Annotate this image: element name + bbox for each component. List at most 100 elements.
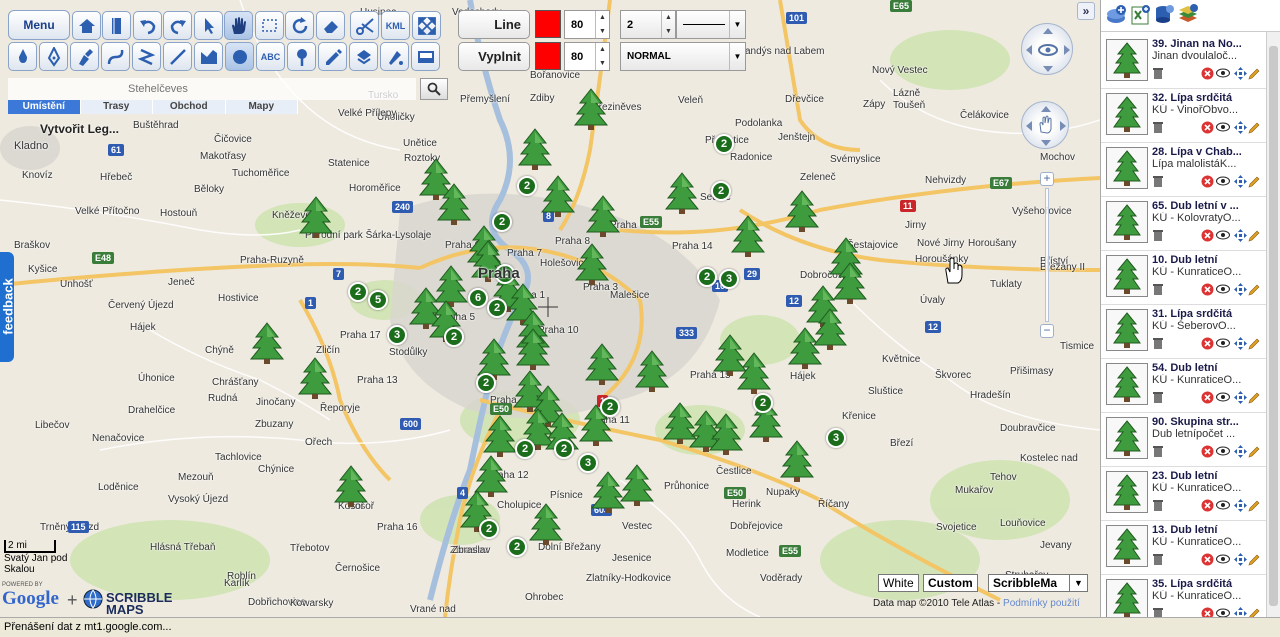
rotate-control[interactable] xyxy=(1021,101,1069,149)
cluster-marker[interactable]: 6 xyxy=(468,288,488,308)
home-button[interactable] xyxy=(72,11,101,40)
cluster-marker[interactable]: 2 xyxy=(714,134,734,154)
list-item-title[interactable]: 35. Lípa srdčitá xyxy=(1152,578,1266,590)
collapse-panel-button[interactable]: » xyxy=(1077,2,1095,20)
layers-icon[interactable] xyxy=(1177,4,1199,26)
map-type-scribblemaps[interactable]: ScribbleMa ▼ xyxy=(988,574,1088,592)
kml-button[interactable]: KML xyxy=(381,11,410,40)
delete-icon[interactable] xyxy=(1200,66,1214,80)
redo-button[interactable] xyxy=(163,11,192,40)
delete-icon[interactable] xyxy=(1200,120,1214,134)
list-item[interactable]: 31. Lípa srdčitá KÚ - ŠeberovO... xyxy=(1101,305,1267,359)
list-item-title[interactable]: 23. Dub letní xyxy=(1152,470,1266,482)
add-layer-icon[interactable] xyxy=(1105,4,1127,26)
tree-marker-icon[interactable] xyxy=(573,88,609,130)
pencil-icon[interactable] xyxy=(1247,174,1261,188)
spin-arrows-icon[interactable]: ▲ ▼ xyxy=(661,11,675,38)
tree-marker-icon[interactable] xyxy=(297,357,333,399)
cluster-marker[interactable]: 3 xyxy=(719,269,739,289)
cluster-marker[interactable]: 2 xyxy=(554,439,574,459)
tree-marker-icon[interactable] xyxy=(784,190,820,232)
move-icon[interactable] xyxy=(1233,606,1247,617)
trash-icon[interactable] xyxy=(1151,336,1165,350)
move-icon[interactable] xyxy=(1233,552,1247,566)
marker-button[interactable] xyxy=(70,42,99,71)
tab-routes[interactable]: Trasy xyxy=(80,100,153,114)
zoom-slider[interactable]: + − xyxy=(1040,172,1054,338)
pencil-icon[interactable] xyxy=(1247,120,1261,134)
select-rect-button[interactable] xyxy=(255,11,284,40)
eraser-button[interactable] xyxy=(316,11,345,40)
pen-button[interactable] xyxy=(39,42,68,71)
hand-tool-button[interactable] xyxy=(224,11,253,40)
tree-marker-icon[interactable] xyxy=(482,415,518,457)
list-item[interactable]: 23. Dub letní KÚ - KunraticeO... xyxy=(1101,467,1267,521)
fill-style-label[interactable]: Vyplnit xyxy=(458,42,530,71)
line-button[interactable] xyxy=(163,42,192,71)
tree-marker-icon[interactable] xyxy=(333,465,369,507)
search-input[interactable] xyxy=(8,78,416,100)
delete-icon[interactable] xyxy=(1200,390,1214,404)
pointer-button[interactable] xyxy=(194,11,223,40)
edit-shape-button[interactable] xyxy=(318,42,347,71)
move-icon[interactable] xyxy=(1233,444,1247,458)
search-button[interactable] xyxy=(420,78,448,100)
cluster-marker[interactable]: 2 xyxy=(348,282,368,302)
cluster-marker[interactable]: 3 xyxy=(578,453,598,473)
line-color-swatch[interactable] xyxy=(535,10,561,38)
eye-icon[interactable] xyxy=(1216,174,1230,188)
tree-marker-icon[interactable] xyxy=(664,172,700,214)
list-item-title[interactable]: 54. Dub letní xyxy=(1152,362,1266,374)
polygon-button[interactable] xyxy=(194,42,223,71)
cluster-marker[interactable]: 2 xyxy=(600,397,620,417)
trash-icon[interactable] xyxy=(1151,66,1165,80)
cluster-marker[interactable]: 5 xyxy=(368,290,388,310)
tree-marker-icon[interactable] xyxy=(298,196,334,238)
blend-mode-dropdown[interactable]: NORMAL ▼ xyxy=(620,42,746,71)
trash-icon[interactable] xyxy=(1151,174,1165,188)
spin-arrows-icon[interactable]: ▲ ▼ xyxy=(595,11,609,38)
delete-icon[interactable] xyxy=(1200,444,1214,458)
spin-arrows-icon[interactable]: ▲ ▼ xyxy=(595,43,609,70)
eye-icon[interactable] xyxy=(1216,390,1230,404)
delete-icon[interactable] xyxy=(1200,228,1214,242)
pencil-icon[interactable] xyxy=(1247,606,1261,617)
tab-maps[interactable]: Mapy xyxy=(225,100,298,114)
delete-icon[interactable] xyxy=(1200,552,1214,566)
eye-icon[interactable] xyxy=(1216,552,1230,566)
pan-control[interactable] xyxy=(1021,23,1073,75)
fill-color-swatch[interactable] xyxy=(535,42,561,70)
eye-icon[interactable] xyxy=(1216,282,1230,296)
feedback-tab[interactable]: feedback xyxy=(0,252,14,362)
list-item-title[interactable]: 28. Lípa v Chab... xyxy=(1152,146,1266,158)
cluster-marker[interactable]: 2 xyxy=(444,327,464,347)
line-width-stepper[interactable]: 2 ▲ ▼ xyxy=(620,10,676,39)
undo-button[interactable] xyxy=(133,11,162,40)
scissors-button[interactable] xyxy=(350,11,379,40)
move-icon[interactable] xyxy=(1233,390,1247,404)
tab-business[interactable]: Obchod xyxy=(153,100,226,114)
pencil-icon[interactable] xyxy=(1247,336,1261,350)
pencil-icon[interactable] xyxy=(1247,498,1261,512)
trash-icon[interactable] xyxy=(1151,282,1165,296)
book-button[interactable] xyxy=(102,11,131,40)
delete-icon[interactable] xyxy=(1200,606,1214,617)
map-type-white[interactable]: White xyxy=(878,574,919,592)
tree-marker-icon[interactable] xyxy=(619,464,655,506)
trash-icon[interactable] xyxy=(1151,228,1165,242)
trash-icon[interactable] xyxy=(1151,390,1165,404)
list-item-title[interactable]: 65. Dub letní v ... xyxy=(1152,200,1266,212)
delete-icon[interactable] xyxy=(1200,282,1214,296)
eye-icon[interactable] xyxy=(1216,66,1230,80)
scrollbar-thumb[interactable] xyxy=(1269,46,1278,606)
pencil-icon[interactable] xyxy=(1247,390,1261,404)
list-item[interactable]: 28. Lípa v Chab... Lípa malolistáK... xyxy=(1101,143,1267,197)
tree-marker-icon[interactable] xyxy=(634,350,670,392)
tree-marker-icon[interactable] xyxy=(528,503,564,545)
database-icon[interactable] xyxy=(1153,4,1175,26)
zigzag-button[interactable] xyxy=(132,42,161,71)
tree-marker-icon[interactable] xyxy=(787,327,823,369)
fill-opacity-stepper[interactable]: 80 ▲ ▼ xyxy=(564,42,610,71)
list-item-title[interactable]: 32. Lípa srdčitá xyxy=(1152,92,1266,104)
list-item[interactable]: 90. Skupina str... Dub letnípočet ... xyxy=(1101,413,1267,467)
